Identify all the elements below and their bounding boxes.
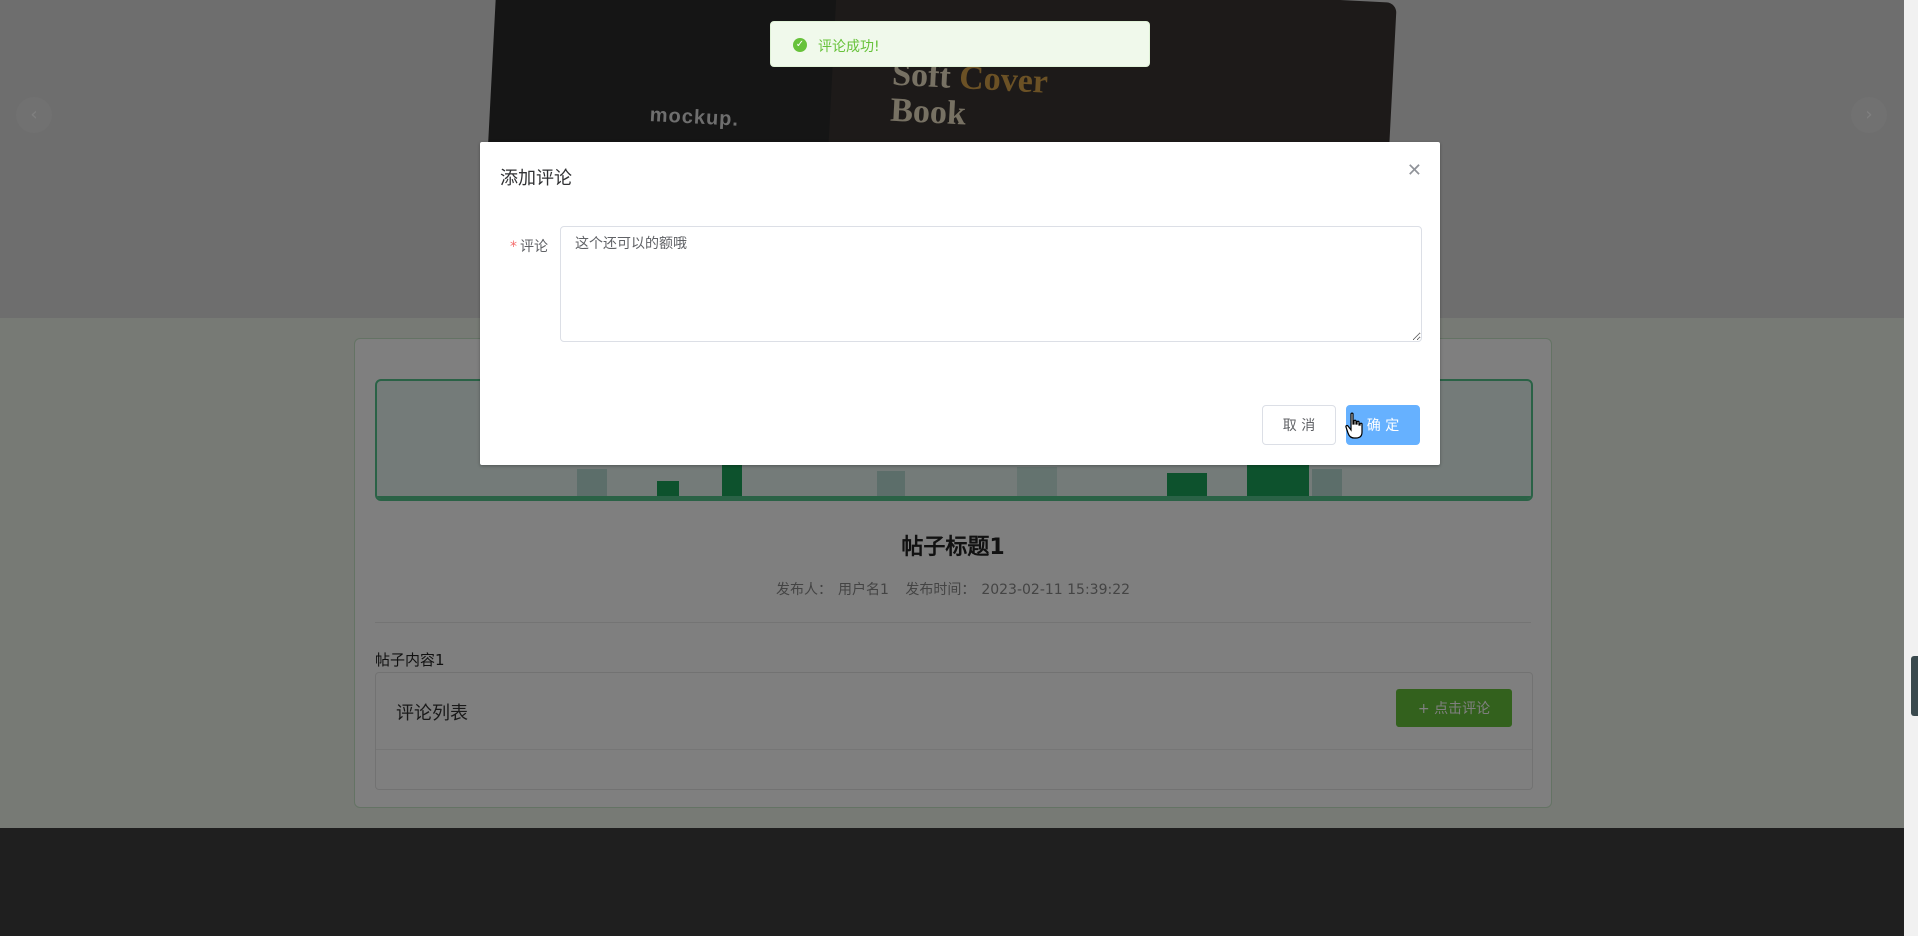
required-mark: * bbox=[510, 239, 517, 255]
scrollbar[interactable] bbox=[1904, 0, 1918, 936]
footer bbox=[0, 828, 1904, 936]
comment-textarea[interactable]: 这个还可以的额哦 bbox=[560, 226, 1422, 342]
hand-cursor-icon bbox=[1345, 412, 1363, 439]
success-toast: ✓ 评论成功! bbox=[770, 21, 1150, 67]
side-widget[interactable] bbox=[1911, 656, 1918, 716]
cancel-button[interactable]: 取 消 bbox=[1262, 405, 1336, 445]
comment-field-label: * 评论 bbox=[510, 239, 548, 255]
toast-message: 评论成功! bbox=[818, 39, 880, 55]
dialog-title: 添加评论 bbox=[500, 168, 572, 189]
check-circle-icon: ✓ bbox=[793, 38, 807, 52]
close-icon[interactable]: ✕ bbox=[1407, 160, 1422, 181]
add-comment-dialog: 添加评论 ✕ * 评论 这个还可以的额哦 取 消 确 定 bbox=[480, 142, 1440, 465]
